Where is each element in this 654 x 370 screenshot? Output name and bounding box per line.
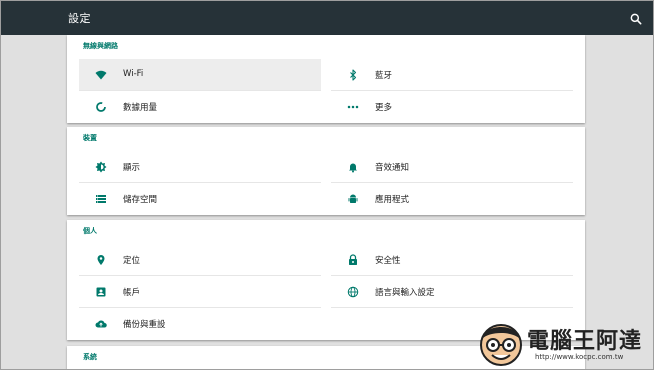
setting-label: 儲存空間: [123, 195, 158, 205]
setting-apps[interactable]: 應用程式: [331, 183, 573, 215]
setting-label: 數據用量: [123, 103, 158, 113]
bell-icon: [347, 161, 359, 173]
section-device: 裝置 顯示 音效通知 儲存空間 應用程式: [67, 127, 585, 215]
setting-label: 語言與輸入設定: [375, 288, 435, 298]
setting-backup[interactable]: 備份與重設: [79, 308, 321, 340]
setting-label: 安全性: [375, 256, 401, 266]
setting-label: 定位: [123, 256, 141, 266]
watermark: 電腦王阿達 http://www.kocpc.com.tw: [475, 317, 651, 369]
language-icon: [347, 286, 359, 298]
watermark-brand: 電腦王阿達: [527, 329, 643, 354]
setting-wifi[interactable]: Wi-Fi: [79, 59, 321, 91]
more-icon: [347, 101, 359, 113]
search-icon[interactable]: [629, 11, 643, 25]
screen-frame: 設定 無線與網路 Wi-Fi 藍牙 數據用量 更多 裝置 顯示 音效通知 儲存空…: [0, 0, 654, 370]
setting-sound[interactable]: 音效通知: [331, 151, 573, 183]
section-header: 無線與網路: [83, 42, 118, 50]
location-icon: [95, 254, 107, 266]
brightness-icon: [95, 161, 107, 173]
setting-label: 藍牙: [375, 71, 393, 81]
setting-label: 備份與重設: [123, 320, 166, 330]
app-bar: 設定: [1, 1, 653, 35]
setting-storage[interactable]: 儲存空間: [79, 183, 321, 215]
setting-label: 應用程式: [375, 195, 410, 205]
lock-icon: [347, 254, 359, 266]
wifi-icon: [95, 69, 107, 81]
watermark-url: http://www.kocpc.com.tw: [535, 353, 624, 361]
section-header: 個人: [83, 227, 97, 235]
section-wireless: 無線與網路 Wi-Fi 藍牙 數據用量 更多: [67, 35, 585, 123]
page-title: 設定: [68, 12, 91, 25]
cloud-upload-icon: [95, 318, 107, 330]
setting-label: Wi-Fi: [123, 69, 144, 79]
account-icon: [95, 286, 107, 298]
section-header: 裝置: [83, 134, 97, 142]
mascot-logo: [480, 324, 522, 366]
bluetooth-icon: [347, 69, 359, 81]
section-header: 系統: [83, 353, 97, 361]
setting-accounts[interactable]: 帳戶: [79, 276, 321, 308]
setting-label: 更多: [375, 103, 393, 113]
setting-label: 帳戶: [123, 288, 141, 298]
setting-label: 音效通知: [375, 163, 410, 173]
setting-security[interactable]: 安全性: [331, 244, 573, 276]
setting-location[interactable]: 定位: [79, 244, 321, 276]
setting-data-usage[interactable]: 數據用量: [79, 91, 321, 123]
android-icon: [347, 193, 359, 205]
setting-bluetooth[interactable]: 藍牙: [331, 59, 573, 91]
setting-language[interactable]: 語言與輸入設定: [331, 276, 573, 308]
data-usage-icon: [95, 101, 107, 113]
setting-more[interactable]: 更多: [331, 91, 573, 123]
setting-label: 顯示: [123, 163, 141, 173]
setting-display[interactable]: 顯示: [79, 151, 321, 183]
storage-icon: [95, 193, 107, 205]
